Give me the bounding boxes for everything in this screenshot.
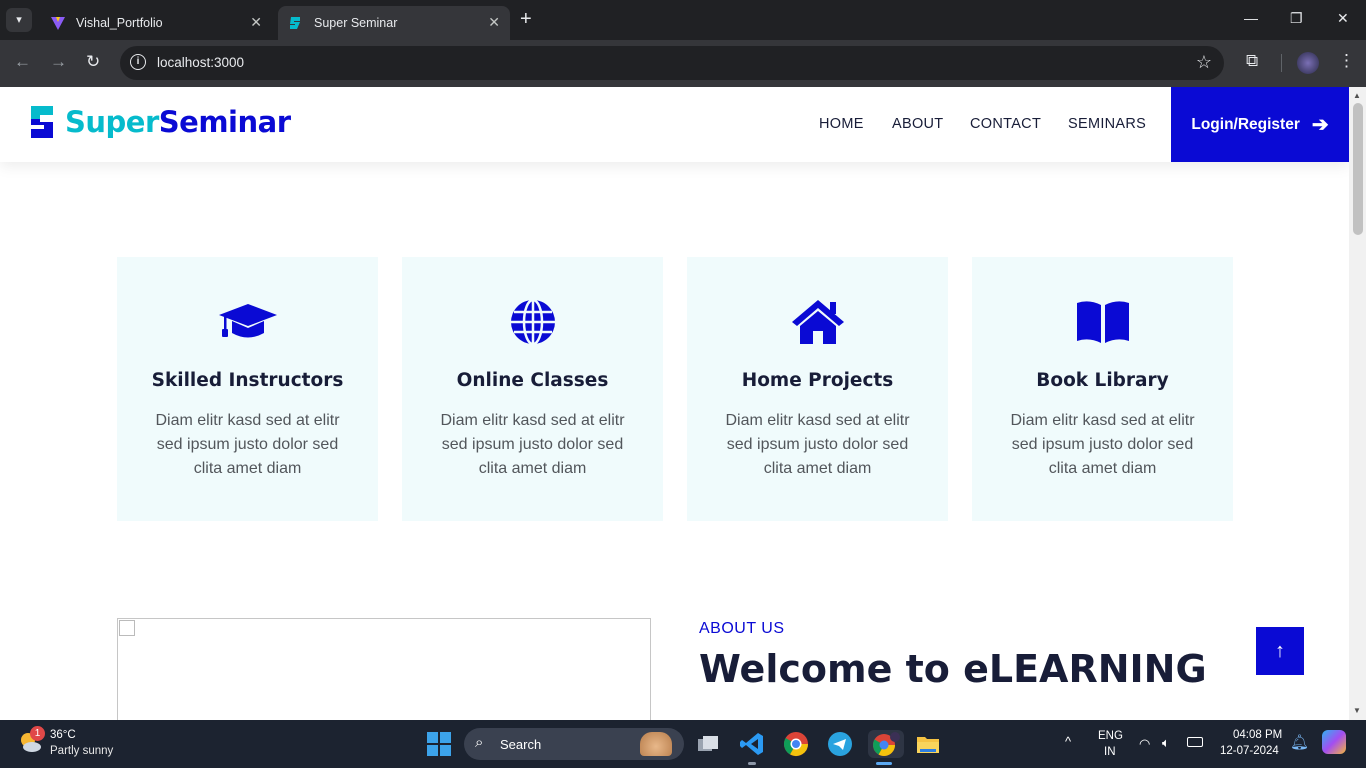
- feature-title: Home Projects: [741, 370, 894, 391]
- copilot-icon[interactable]: [1322, 730, 1346, 754]
- brand-name-part1: Super: [65, 105, 159, 139]
- login-register-label: Login/Register: [1191, 115, 1300, 133]
- scroll-up-icon[interactable]: ▲: [1353, 91, 1361, 100]
- profile-avatar[interactable]: [1297, 52, 1319, 74]
- tab-title: Super Seminar: [314, 16, 398, 30]
- notification-bell-icon[interactable]: 🔔︎: [1290, 733, 1309, 751]
- nav-contact[interactable]: CONTACT: [970, 116, 1041, 132]
- login-register-button[interactable]: Login/Register ➔: [1171, 87, 1349, 162]
- weather-description: Partly sunny: [50, 745, 114, 757]
- arrow-up-icon: ↑: [1275, 639, 1285, 662]
- task-view-icon[interactable]: [694, 730, 722, 758]
- battery-icon[interactable]: [1187, 737, 1203, 747]
- tab-close-icon[interactable]: ✕: [250, 14, 262, 31]
- superseminar-logo-icon: [31, 106, 53, 138]
- feature-card-book-library: Book Library Diam elitr kasd sed at elit…: [972, 257, 1233, 521]
- clock-time[interactable]: 04:08 PM: [1233, 729, 1282, 741]
- feature-text: Diam elitr kasd sed at elitr sed ipsum j…: [440, 412, 625, 477]
- about-image-broken: [117, 618, 651, 720]
- weather-temperature: 36°C: [50, 729, 76, 741]
- brand-name-part2: Seminar: [158, 105, 291, 139]
- close-window-icon[interactable]: ✕: [1337, 10, 1349, 27]
- tab-close-icon[interactable]: ✕: [488, 14, 500, 31]
- chrome-icon[interactable]: [782, 730, 810, 758]
- feature-text: Diam elitr kasd sed at elitr sed ipsum j…: [1010, 412, 1195, 477]
- browser-toolbar: ← → ↻ i localhost:3000 ☆ ⧉ ⋮: [0, 40, 1366, 87]
- feature-card-home-projects: Home Projects Diam elitr kasd sed at eli…: [687, 257, 948, 521]
- clock-date[interactable]: 12-07-2024: [1220, 745, 1279, 757]
- search-label: Search: [500, 737, 542, 752]
- toolbar-divider: [1281, 54, 1282, 72]
- search-highlight-icon: [640, 732, 672, 756]
- feature-title: Skilled Instructors: [151, 370, 344, 391]
- language-line2[interactable]: IN: [1104, 746, 1116, 758]
- site-info-icon[interactable]: i: [130, 54, 146, 70]
- reload-icon[interactable]: ↻: [86, 52, 100, 72]
- chrome-profile-icon[interactable]: [868, 730, 904, 758]
- nav-about[interactable]: ABOUT: [892, 116, 943, 132]
- url-text[interactable]: localhost:3000: [157, 55, 244, 70]
- browser-tabstrip: ▾ Vishal_Portfolio ✕ Super Seminar ✕ + —…: [0, 0, 1366, 40]
- nav-seminars[interactable]: SEMINARS: [1068, 116, 1146, 132]
- superseminar-favicon-icon: [290, 17, 300, 29]
- arrow-right-icon: ➔: [1311, 114, 1329, 136]
- tab-vishal-portfolio[interactable]: Vishal_Portfolio ✕: [40, 6, 272, 40]
- vscode-icon[interactable]: [738, 730, 766, 758]
- vite-icon: [51, 17, 65, 30]
- about-section-title: Welcome to eLEARNING: [699, 647, 1207, 691]
- vscode-running-indicator: [748, 762, 756, 765]
- forward-icon[interactable]: →: [50, 52, 67, 72]
- chrome-active-indicator: [876, 762, 892, 765]
- tab-super-seminar[interactable]: Super Seminar ✕: [278, 6, 510, 40]
- weather-badge: 1: [30, 726, 45, 741]
- search-icon: ⌕: [475, 734, 484, 751]
- wifi-icon[interactable]: ◠: [1139, 736, 1150, 752]
- back-to-top-button[interactable]: ↑: [1256, 627, 1304, 675]
- scroll-down-icon[interactable]: ▼: [1353, 706, 1361, 715]
- bookmark-star-icon[interactable]: ☆: [1196, 52, 1212, 73]
- language-line1[interactable]: ENG: [1098, 730, 1123, 742]
- book-open-icon: [1076, 301, 1129, 343]
- feature-card-skilled-instructors: Skilled Instructors Diam elitr kasd sed …: [117, 257, 378, 521]
- feature-title: Online Classes: [456, 370, 609, 391]
- file-explorer-icon[interactable]: [914, 730, 942, 758]
- address-bar[interactable]: i localhost:3000 ☆: [120, 46, 1224, 80]
- new-tab-icon[interactable]: +: [520, 8, 532, 31]
- taskbar-search[interactable]: ⌕ Search: [464, 728, 684, 760]
- brand-logo[interactable]: SuperSeminar: [27, 105, 291, 139]
- feature-card-online-classes: Online Classes Diam elitr kasd sed at el…: [402, 257, 663, 521]
- show-hidden-icons[interactable]: ^: [1065, 734, 1071, 749]
- page-scrollbar[interactable]: ▲ ▼: [1349, 87, 1366, 720]
- tab-title: Vishal_Portfolio: [76, 16, 163, 30]
- globe-icon: [510, 298, 555, 346]
- feature-title: Book Library: [1036, 370, 1169, 391]
- broken-image-icon: [119, 620, 135, 636]
- windows-taskbar: 1 36°C Partly sunny ⌕ Search ^ ENG IN ◠ …: [0, 720, 1366, 768]
- nav-home[interactable]: HOME: [819, 116, 864, 132]
- extensions-icon[interactable]: ⧉: [1246, 51, 1258, 71]
- page-viewport: SuperSeminar HOME ABOUT CONTACT SEMINARS…: [0, 87, 1349, 720]
- home-icon: [791, 300, 844, 344]
- browser-menu-icon[interactable]: ⋮: [1338, 51, 1355, 71]
- telegram-icon[interactable]: [826, 730, 854, 758]
- windows-start-icon[interactable]: [427, 732, 451, 756]
- volume-icon[interactable]: 🔈︎: [1162, 735, 1170, 751]
- tab-search-button[interactable]: ▾: [6, 8, 32, 32]
- graduation-cap-icon: [218, 304, 277, 338]
- minimize-icon[interactable]: —: [1244, 10, 1258, 26]
- about-section-label: ABOUT US: [699, 620, 785, 637]
- feature-text: Diam elitr kasd sed at elitr sed ipsum j…: [155, 412, 340, 477]
- restore-icon[interactable]: ❐: [1290, 10, 1303, 27]
- back-icon[interactable]: ←: [14, 52, 31, 72]
- feature-text: Diam elitr kasd sed at elitr sed ipsum j…: [725, 412, 910, 477]
- scrollbar-thumb[interactable]: [1353, 103, 1363, 235]
- site-navbar: SuperSeminar HOME ABOUT CONTACT SEMINARS…: [0, 87, 1349, 162]
